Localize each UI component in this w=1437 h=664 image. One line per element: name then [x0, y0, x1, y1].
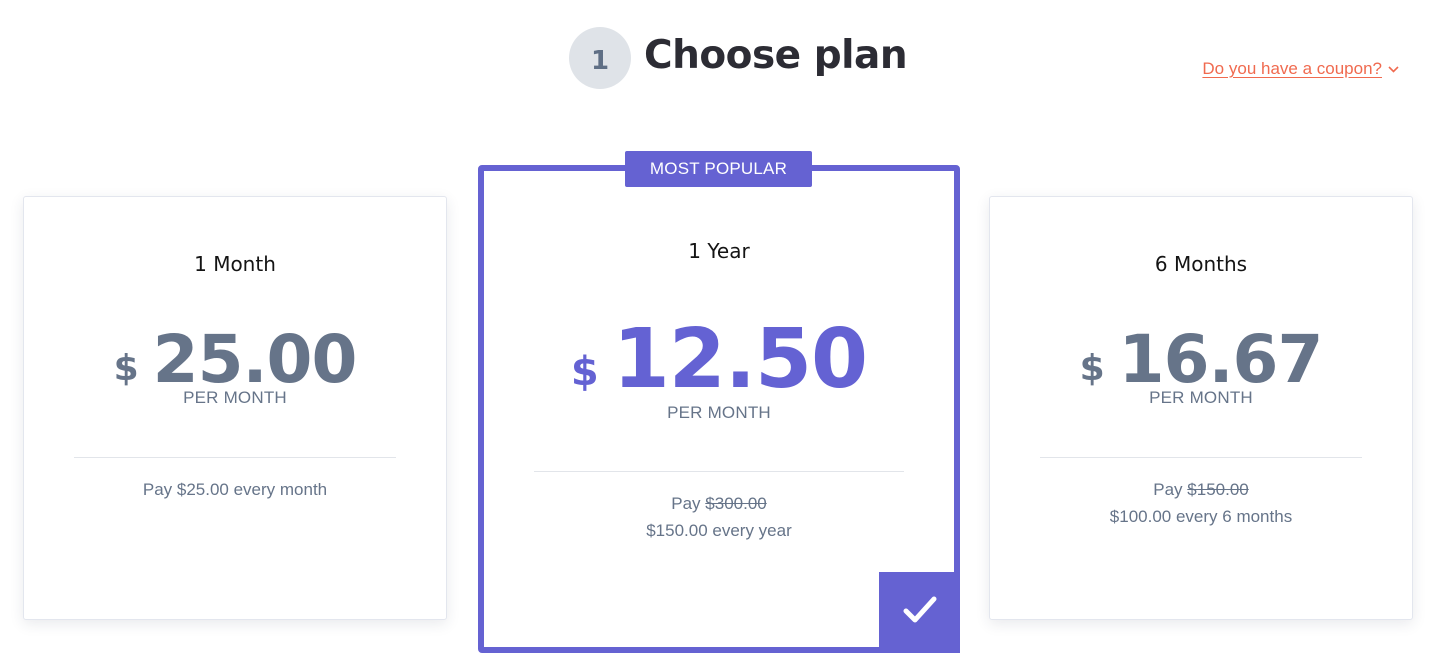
selected-indicator	[879, 572, 960, 653]
plan-card-1-year[interactable]: 1 Year $ 12.50 PER MONTH Pay $300.00 $15…	[478, 165, 960, 653]
plan-card-6-months[interactable]: 6 Months $ 16.67 PER MONTH Pay $150.00 $…	[989, 196, 1413, 620]
currency-symbol: $	[1079, 348, 1105, 389]
coupon-link-label: Do you have a coupon?	[1202, 59, 1382, 78]
step-number-badge: 1	[569, 27, 631, 89]
chevron-down-icon	[1388, 65, 1399, 73]
divider	[74, 457, 396, 458]
billing-summary: $100.00 every 6 months	[1109, 507, 1293, 526]
plan-price: $ 12.50	[484, 319, 954, 401]
original-price: $300.00	[705, 494, 767, 513]
page-title: Choose plan	[644, 33, 908, 78]
pay-prefix: Pay	[1153, 480, 1188, 499]
plan-name: 1 Year	[688, 239, 750, 263]
price-period: PER MONTH	[183, 388, 287, 407]
billing-original: Pay $300.00	[484, 494, 954, 514]
billing-summary: Pay $25.00 every month	[142, 480, 328, 499]
price-amount: 12.50	[612, 312, 868, 407]
plan-name: 6 Months	[1154, 252, 1248, 276]
currency-symbol: $	[113, 348, 139, 389]
choose-plan-page: 1 Choose plan Do you have a coupon? 1 Mo…	[0, 0, 1437, 664]
divider	[1040, 457, 1362, 458]
price-period: PER MONTH	[667, 403, 771, 422]
price-amount: 25.00	[152, 321, 358, 398]
billing-original: Pay $150.00	[990, 480, 1412, 500]
original-price: $150.00	[1187, 480, 1249, 499]
plan-name: 1 Month	[194, 252, 276, 276]
divider	[534, 471, 904, 472]
plan-price: $ 16.67	[990, 327, 1412, 393]
checkmark-icon	[902, 594, 938, 631]
plan-card-1-month[interactable]: 1 Month $ 25.00 PER MONTH Pay $25.00 eve…	[23, 196, 447, 620]
plan-price: $ 25.00	[24, 327, 446, 393]
price-amount: 16.67	[1118, 321, 1324, 398]
step-number: 1	[590, 46, 610, 76]
coupon-link[interactable]: Do you have a coupon?	[1202, 59, 1399, 79]
currency-symbol: $	[570, 349, 599, 395]
billing-summary: $150.00 every year	[646, 521, 792, 540]
most-popular-badge: MOST POPULAR	[625, 151, 812, 187]
pay-prefix: Pay	[671, 494, 706, 513]
price-period: PER MONTH	[1149, 388, 1253, 407]
